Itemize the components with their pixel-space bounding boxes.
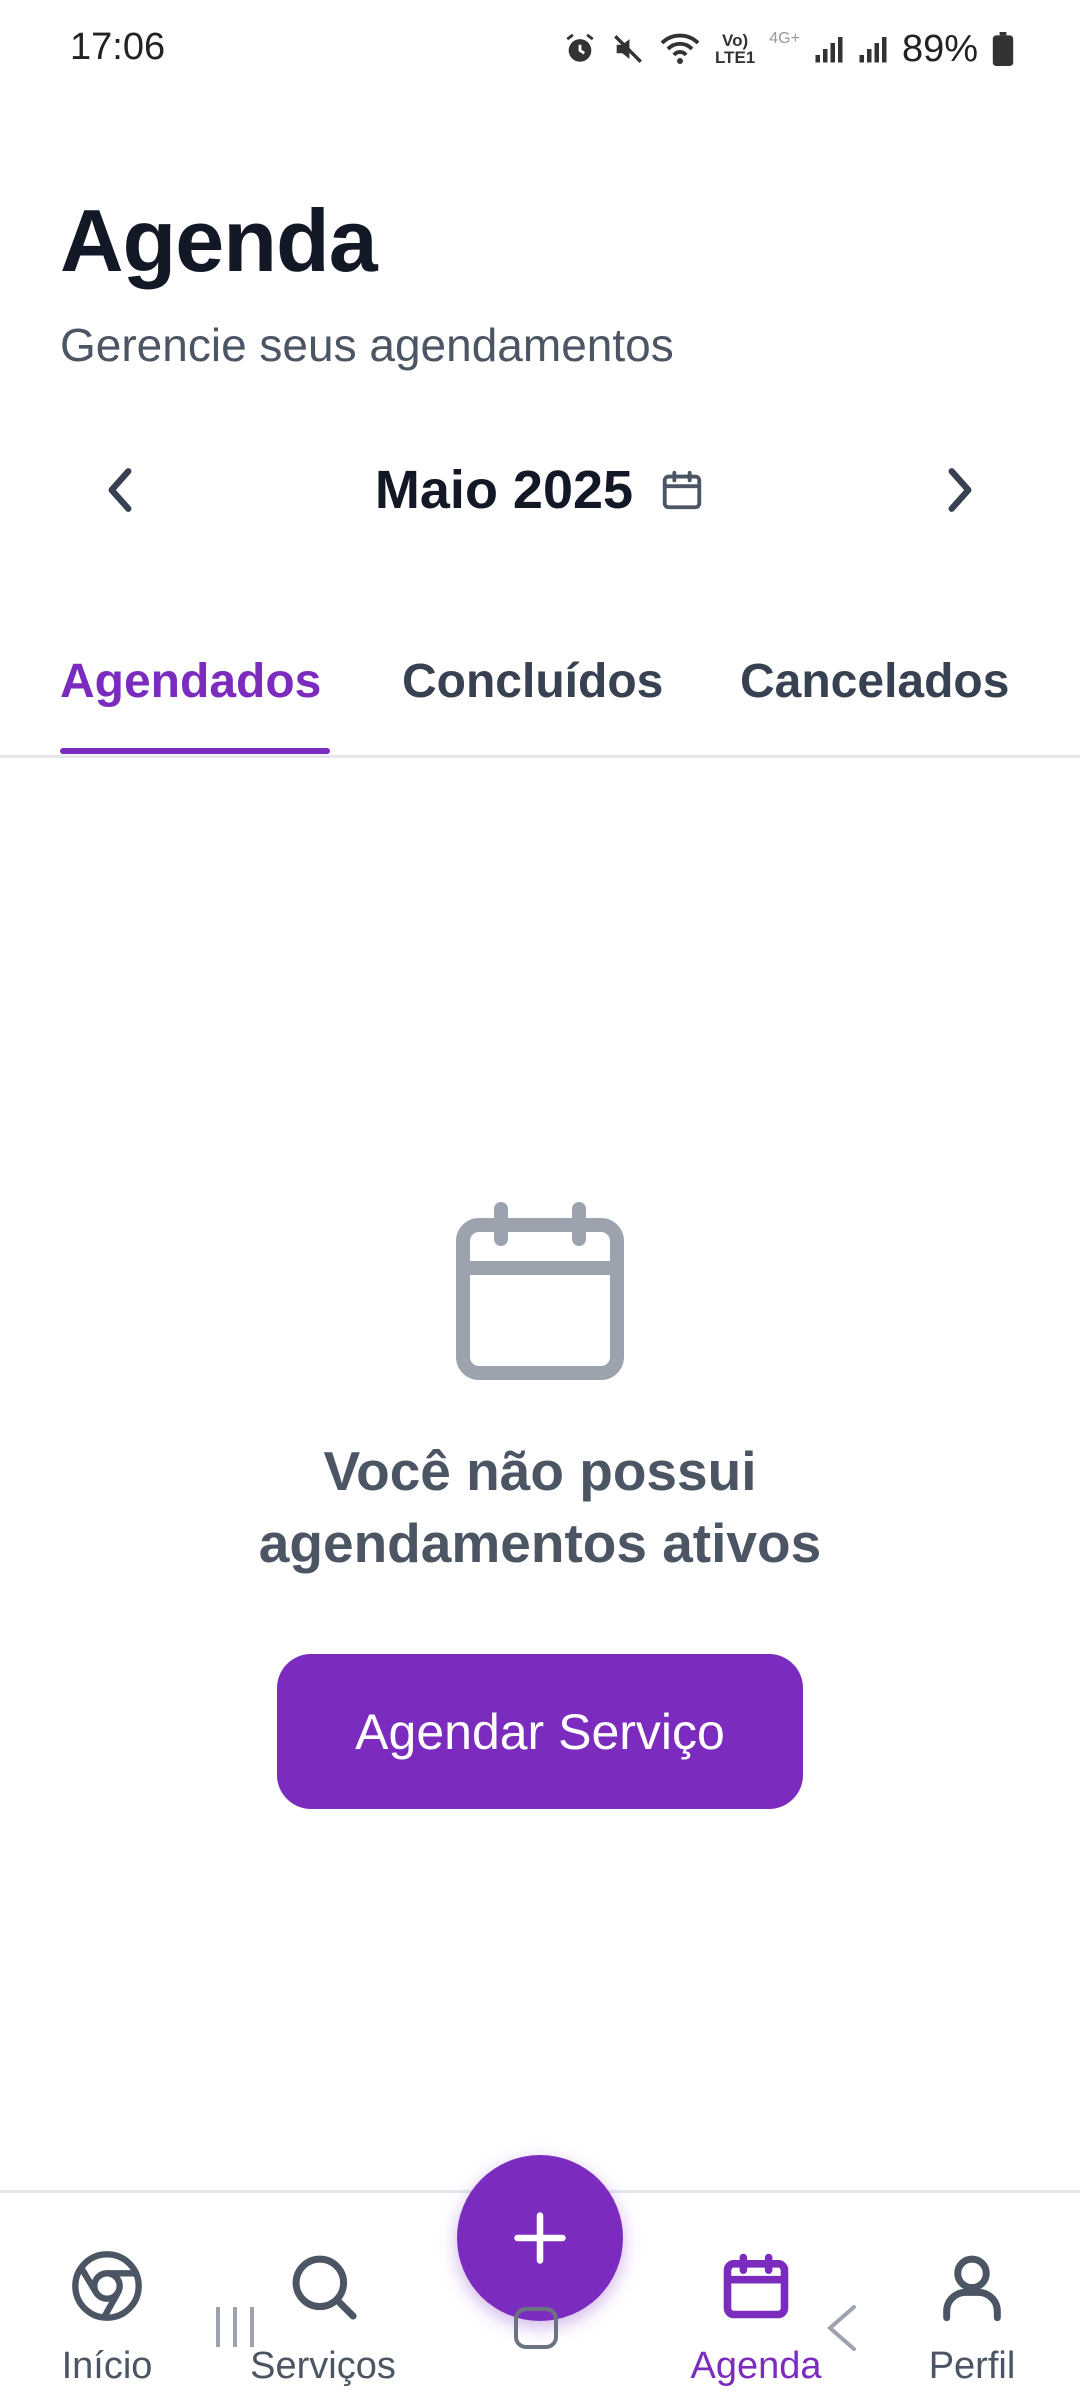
battery-percent: 89% <box>901 27 978 70</box>
volte-label: Vo) <box>722 31 749 50</box>
network-type-label: 4G+ <box>769 30 800 47</box>
chevron-right-icon <box>948 468 972 512</box>
empty-calendar-icon <box>456 1202 624 1380</box>
month-selector: Maio 2025 <box>0 455 1080 525</box>
signal-icon-1 <box>815 37 843 63</box>
nav-label-inicio: Início <box>61 2345 153 2387</box>
month-label[interactable]: Maio 2025 <box>375 459 633 521</box>
empty-state-message: Você não possui agendamentos ativos <box>0 1435 1080 1579</box>
signal-icon-2 <box>859 37 887 63</box>
status-time: 17:06 <box>70 26 166 68</box>
search-icon <box>292 2255 357 2320</box>
back-icon[interactable] <box>822 2303 862 2353</box>
add-appointment-fab[interactable] <box>457 2155 623 2321</box>
active-tab-indicator <box>60 748 330 754</box>
status-bar: 17:06 Vo) LTE1 4G+ 89% <box>0 0 1080 100</box>
empty-message-line-2: agendamentos ativos <box>258 1512 822 1574</box>
user-icon <box>943 2255 1001 2322</box>
nav-item-inicio[interactable]: Início <box>7 2193 207 2400</box>
nav-label-perfil: Perfil <box>928 2345 1016 2387</box>
wifi-icon <box>660 33 700 64</box>
calendar-icon <box>723 2253 789 2319</box>
home-button-icon[interactable] <box>512 2305 560 2351</box>
volte-indicator: Vo) LTE1 <box>715 32 755 66</box>
page-subtitle: Gerencie seus agendamentos <box>60 319 674 371</box>
tab-cancelados[interactable]: Cancelados <box>740 654 1009 709</box>
calendar-icon[interactable] <box>659 466 705 514</box>
nav-item-perfil[interactable]: Perfil <box>872 2193 1072 2400</box>
battery-icon <box>992 32 1014 66</box>
schedule-service-button[interactable]: Agendar Serviço <box>277 1654 803 1809</box>
status-icons: Vo) LTE1 4G+ 89% <box>563 24 1014 74</box>
nav-label-servicos: Serviços <box>250 2345 396 2387</box>
nav-item-agenda[interactable]: Agenda <box>656 2193 856 2400</box>
screen: 17:06 Vo) LTE1 4G+ 89% Agenda Gerencie s… <box>0 0 1080 2400</box>
next-month-button[interactable] <box>925 455 995 525</box>
mute-icon <box>613 35 642 63</box>
nav-item-servicos[interactable]: Serviços <box>223 2193 423 2400</box>
recents-icon[interactable] <box>210 2305 260 2349</box>
chevron-left-icon <box>108 468 132 512</box>
home-chrome-icon <box>72 2251 142 2321</box>
page-title: Agenda <box>60 191 378 290</box>
prev-month-button[interactable] <box>85 455 155 525</box>
lte-label: LTE1 <box>714 48 756 67</box>
empty-message-line-1: Você não possui <box>323 1440 757 1502</box>
status-tabs: Agendados Concluídos Cancelados <box>0 640 1080 758</box>
tab-agendados[interactable]: Agendados <box>60 654 321 709</box>
alarm-icon <box>566 33 594 62</box>
plus-icon <box>514 2212 566 2264</box>
tab-concluidos[interactable]: Concluídos <box>402 654 663 709</box>
